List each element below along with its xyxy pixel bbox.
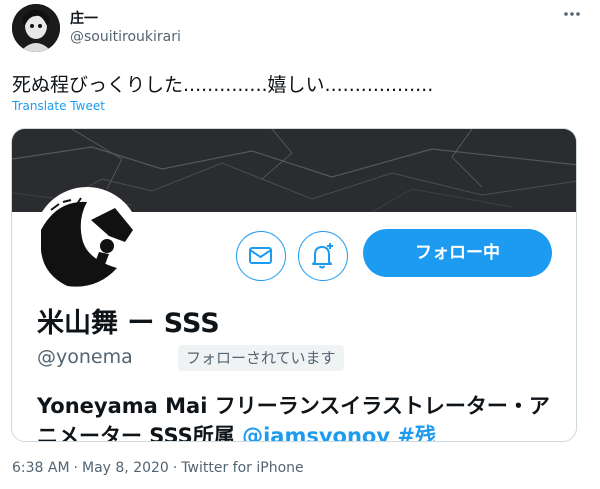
tweet-time[interactable]: 6:38 AM (12, 460, 70, 476)
tweet: 庄一 @souitiroukirari 死ぬ程びっくりした...........… (0, 0, 600, 489)
profile-handle: @yonema (37, 346, 133, 368)
following-button[interactable]: フォロー中 (363, 229, 552, 277)
attached-image[interactable]: フォロー中 米山舞 ー SSS @yonema フォローされています Yoney… (11, 128, 577, 442)
message-button[interactable] (236, 231, 286, 281)
notifications-button[interactable] (298, 231, 348, 281)
separator-dot: · (73, 460, 78, 476)
bio-links: @jamsyonov #残 (242, 424, 436, 442)
more-icon[interactable] (560, 4, 584, 28)
mail-icon (249, 247, 272, 264)
profile-avatar (34, 187, 140, 293)
translate-tweet-link[interactable]: Translate Tweet (12, 99, 105, 113)
tweet-source[interactable]: Twitter for iPhone (181, 460, 303, 476)
separator-dot: · (172, 460, 178, 476)
bell-plus-icon (312, 243, 333, 269)
author-avatar[interactable] (12, 4, 60, 52)
tweet-text: 死ぬ程びっくりした..............嬉しい..............… (12, 74, 434, 96)
profile-bio: Yoneyama Mai フリーランスイラストレーター・アニメーター SSS所属… (37, 391, 557, 442)
tweet-meta: 6:38 AM · May 8, 2020 · Twitter for iPhone (12, 460, 304, 476)
profile-display-name: 米山舞 ー SSS (37, 308, 220, 339)
follows-you-badge: フォローされています (178, 345, 344, 371)
tweet-date[interactable]: May 8, 2020 (82, 460, 169, 476)
author-name[interactable]: 庄一 (70, 8, 98, 28)
author-handle[interactable]: @souitiroukirari (70, 29, 181, 45)
